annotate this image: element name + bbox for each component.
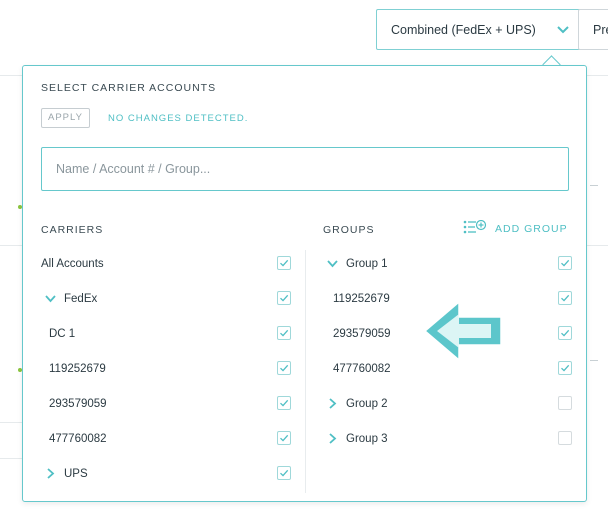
check-icon [560,258,570,268]
chevron-right-icon[interactable] [45,468,56,479]
next-control-label: Pre [593,22,608,37]
row-label-group: 477760082 [49,433,107,445]
group-row[interactable]: 477760082 [333,351,391,386]
check-icon [560,363,570,373]
row-label-group: Group 3 [327,433,388,445]
check-icon [279,468,289,478]
group-row[interactable]: 293579059 [333,316,391,351]
bg-mark [590,185,598,186]
group-row[interactable]: 119252679 [333,281,390,316]
row-label-group: Group 1 [327,258,388,270]
group-row[interactable]: Group 1 [327,246,388,281]
check-icon [560,328,570,338]
carrier-select-value: Combined (FedEx + UPS) [391,22,536,37]
bg-mark [590,360,598,361]
group-row[interactable]: Group 3 [327,421,388,456]
row-label: 293579059 [49,397,107,410]
add-list-icon [463,219,487,237]
row-checkbox[interactable] [558,361,572,375]
carrier-row[interactable]: DC 1 [49,316,75,351]
row-checkbox[interactable] [277,396,291,410]
row-label: FedEx [64,292,98,305]
row-label-group: DC 1 [49,328,75,340]
status-text: NO CHANGES DETECTED. [108,113,249,124]
row-checkbox[interactable] [277,326,291,340]
row-label: UPS [64,467,88,480]
carriers-header: CARRIERS [41,224,104,236]
row-checkbox[interactable] [558,256,572,270]
add-group-label: ADD GROUP [495,222,568,235]
column-divider [305,250,306,493]
row-checkbox[interactable] [558,431,572,445]
row-label-group: All Accounts [41,258,104,270]
row-label-group: Group 2 [327,398,388,410]
chevron-right-icon[interactable] [327,398,338,409]
row-checkbox[interactable] [558,291,572,305]
carrier-row[interactable]: All Accounts [41,246,104,281]
row-checkbox[interactable] [277,291,291,305]
row-label: All Accounts [41,257,104,270]
row-label-group: FedEx [45,293,97,305]
row-label-group: 293579059 [333,328,391,340]
carrier-row[interactable]: 293579059 [49,386,107,421]
groups-header: GROUPS [323,224,375,236]
bg-divider [0,458,24,459]
row-label: 119252679 [333,292,390,305]
row-label-group: 293579059 [49,398,107,410]
bg-divider [0,245,24,246]
next-control-button[interactable]: Pre [578,9,608,50]
row-label-group: 477760082 [333,363,391,375]
search-input[interactable] [41,147,569,191]
add-group-button[interactable]: ADD GROUP [463,219,568,237]
row-label-group: 119252679 [333,293,390,305]
row-label: 477760082 [49,432,107,445]
carrier-row[interactable]: 119252679 [49,351,106,386]
bg-divider [586,245,608,246]
carrier-row[interactable]: 477760082 [49,421,107,456]
row-checkbox[interactable] [558,396,572,410]
chevron-down-icon[interactable] [327,258,338,269]
chevron-right-icon[interactable] [327,433,338,444]
row-label: 477760082 [333,362,391,375]
row-label: Group 2 [346,397,388,410]
row-label-group: UPS [45,468,88,480]
check-icon [279,328,289,338]
arrow-left-icon [423,300,502,362]
bg-divider [0,422,24,423]
row-checkbox[interactable] [277,256,291,270]
carrier-row[interactable]: FedEx [45,281,97,316]
carrier-accounts-panel: SELECT CARRIER ACCOUNTS APPLY NO CHANGES… [22,65,587,502]
carrier-row[interactable]: UPS [45,456,88,491]
row-checkbox[interactable] [277,361,291,375]
panel-title: SELECT CARRIER ACCOUNTS [41,82,217,94]
row-label: Group 3 [346,432,388,445]
row-label: 293579059 [333,327,391,340]
check-icon [279,433,289,443]
check-icon [279,363,289,373]
group-row[interactable]: Group 2 [327,386,388,421]
row-label: 119252679 [49,362,106,375]
row-label: Group 1 [346,257,388,270]
apply-button[interactable]: APPLY [41,108,90,128]
check-icon [279,398,289,408]
check-icon [279,258,289,268]
row-checkbox[interactable] [277,431,291,445]
check-icon [279,293,289,303]
check-icon [560,293,570,303]
carrier-select[interactable]: Combined (FedEx + UPS) [376,9,586,50]
row-label: DC 1 [49,327,76,340]
row-checkbox[interactable] [558,326,572,340]
chevron-down-icon[interactable] [45,293,56,304]
row-label-group: 119252679 [49,363,106,375]
row-checkbox[interactable] [277,466,291,480]
